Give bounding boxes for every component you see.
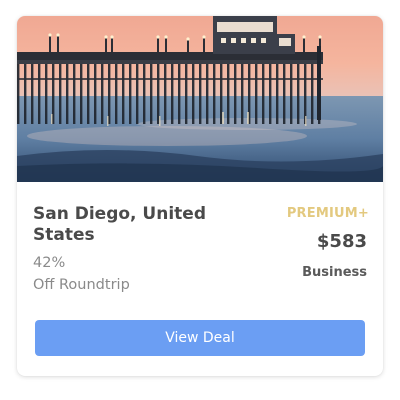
destination-photo [17, 16, 383, 182]
cabin-class: Business [302, 265, 367, 280]
deal-card[interactable]: San Diego, United States 42% Off Roundtr… [17, 16, 383, 376]
deal-price: $583 [316, 231, 367, 252]
view-deal-button[interactable]: View Deal [35, 320, 365, 356]
discount-caption: Off Roundtrip [33, 277, 130, 293]
tier-badge: PREMIUM+ [286, 206, 369, 221]
discount-percent: 42% [33, 255, 66, 271]
destination-city: San Diego, United States [33, 204, 206, 245]
